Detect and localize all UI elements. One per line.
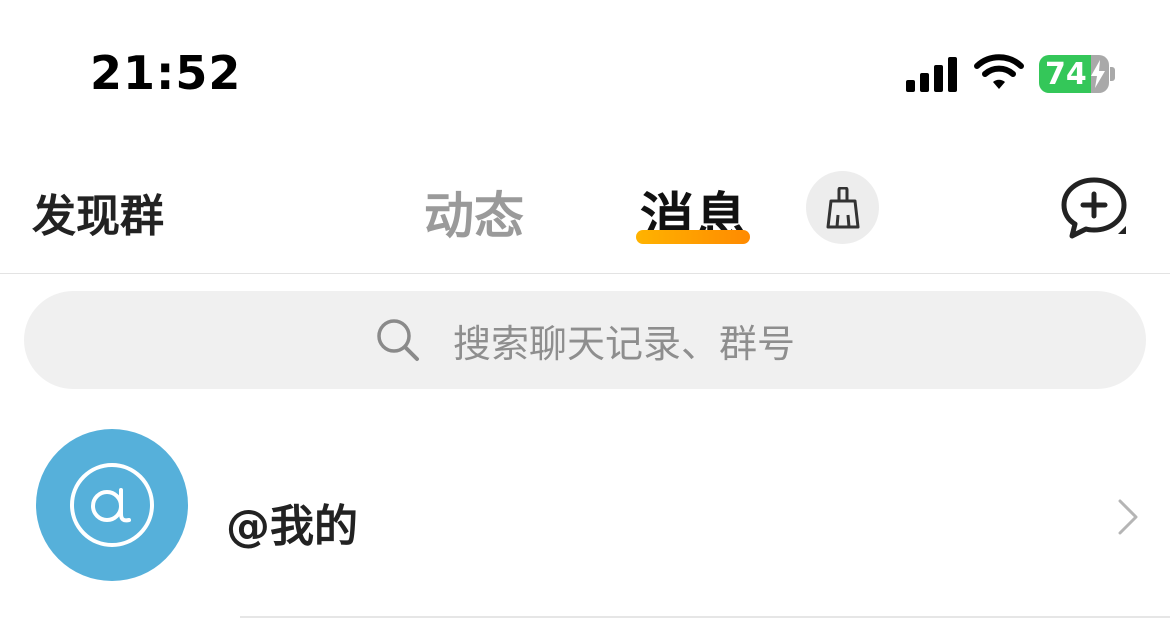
signal-icon [906, 57, 957, 92]
battery-icon: 74 [1039, 55, 1109, 93]
chevron-right-icon [1118, 499, 1138, 535]
charging-bolt-icon [1091, 60, 1105, 88]
search-placeholder: 搜索聊天记录、群号 [452, 321, 795, 366]
battery-level: 74 [1045, 56, 1087, 92]
clean-button[interactable] [806, 171, 879, 244]
active-tab-indicator [636, 230, 750, 244]
wifi-icon [974, 54, 1024, 89]
top-nav-bar: 发现群 动态 消息 [0, 140, 1170, 274]
list-item-title: @我的 [226, 501, 358, 552]
status-time: 21:52 [90, 46, 242, 100]
tab-dongtai[interactable]: 动态 [424, 176, 524, 248]
list-item-mentions[interactable]: @我的 [0, 420, 1170, 600]
search-bar[interactable]: 搜索聊天记录、群号 [24, 291, 1146, 389]
list-divider [240, 616, 1170, 618]
search-icon [375, 317, 421, 363]
status-bar: 21:52 74 [0, 0, 1170, 140]
avatar [36, 429, 188, 581]
battery-nub [1110, 67, 1115, 81]
chat-add-icon[interactable] [1058, 174, 1134, 244]
broom-icon [826, 186, 859, 228]
discover-groups-link[interactable]: 发现群 [32, 180, 164, 244]
at-icon [70, 463, 154, 547]
